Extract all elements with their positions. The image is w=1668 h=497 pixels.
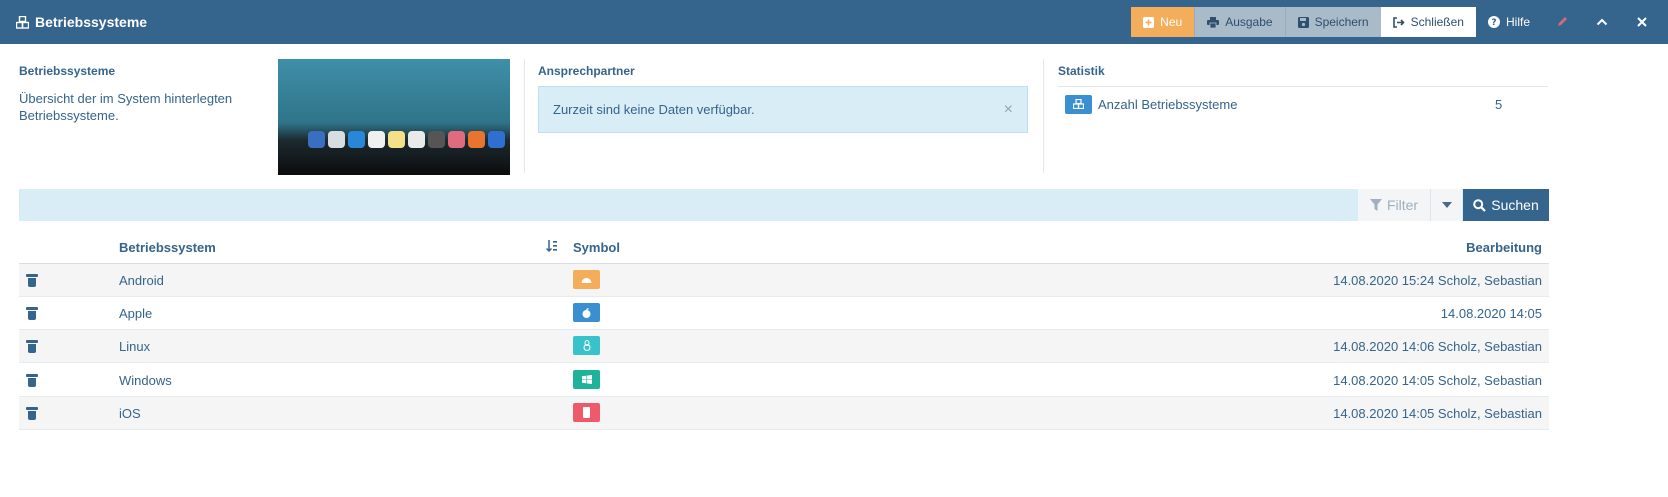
- trash-icon[interactable]: [26, 306, 38, 320]
- dock-graphic: [308, 125, 508, 153]
- stat-value: 5: [1495, 96, 1503, 112]
- info-label: Betriebssysteme: [19, 64, 116, 78]
- row-name: Linux: [119, 339, 151, 354]
- question-circle-icon: ?: [1487, 16, 1500, 28]
- empty-alert-text: Zurzeit sind keine Daten verfügbar.: [553, 102, 755, 117]
- sign-out-icon: [1392, 16, 1405, 28]
- row-edit-info: 14.08.2020 15:24 Scholz, Sebastian: [1333, 273, 1542, 288]
- caret-down-icon: [1441, 202, 1452, 208]
- header-image: [278, 59, 510, 175]
- plus-square-icon: [1143, 16, 1155, 28]
- row-edit-info: 14.08.2020 14:05 Scholz, Sebastian: [1333, 406, 1542, 421]
- android-icon: [573, 270, 600, 289]
- stats-label: Statistik: [1058, 64, 1105, 78]
- filter-dropdown-button[interactable]: [1430, 189, 1462, 221]
- table-header: Betriebssystem Symbol Bearbeitung: [19, 232, 1549, 264]
- print-icon: [1207, 16, 1220, 28]
- table-row[interactable]: Linux 14.08.2020 14:06 Scholz, Sebastian: [19, 330, 1549, 363]
- print-button-label: Ausgabe: [1225, 15, 1273, 29]
- trash-icon[interactable]: [26, 339, 38, 353]
- print-button[interactable]: Ausgabe: [1194, 7, 1285, 37]
- row-name: iOS: [119, 406, 141, 421]
- filter-button-label: Filter: [1386, 197, 1419, 213]
- cubes-icon: [1065, 94, 1092, 114]
- info-description: Übersicht der im System hinterlegten Bet…: [19, 91, 233, 123]
- close-icon: [1637, 17, 1647, 27]
- linux-icon: [573, 336, 600, 355]
- trash-icon[interactable]: [26, 273, 38, 287]
- windows-icon: [573, 370, 600, 389]
- table-row[interactable]: Windows 14.08.2020 14:05 Scholz, Sebasti…: [19, 364, 1549, 397]
- save-icon: [1297, 16, 1309, 28]
- search-icon: [1473, 198, 1487, 212]
- close-view-button-label: Schließen: [1410, 15, 1464, 29]
- trash-icon[interactable]: [26, 406, 38, 420]
- row-edit-info: 14.08.2020 14:05 Scholz, Sebastian: [1333, 373, 1542, 388]
- filter-icon: [1369, 199, 1382, 211]
- close-button[interactable]: [1622, 7, 1662, 37]
- page-title: Betriebssysteme: [0, 14, 1131, 30]
- sort-icon[interactable]: [545, 239, 558, 256]
- svg-text:?: ?: [1491, 18, 1496, 28]
- chevron-up-icon: [1596, 18, 1608, 26]
- row-edit-info: 14.08.2020 14:06 Scholz, Sebastian: [1333, 339, 1542, 354]
- page-title-text: Betriebssysteme: [35, 14, 148, 30]
- new-button[interactable]: Neu: [1131, 7, 1195, 37]
- info-panel: Betriebssysteme Übersicht der im System …: [19, 64, 259, 124]
- search-button[interactable]: Suchen: [1463, 189, 1549, 221]
- stats-panel: Statistik: [1058, 64, 1105, 78]
- search-button-label: Suchen: [1491, 197, 1539, 213]
- close-view-button[interactable]: Schließen: [1380, 7, 1476, 37]
- collapse-button[interactable]: [1582, 7, 1622, 37]
- column-header-name[interactable]: Betriebssystem: [119, 240, 216, 255]
- table-row[interactable]: iOS 14.08.2020 14:05 Scholz, Sebastian: [19, 397, 1549, 430]
- panel-divider: [524, 59, 525, 173]
- contact-panel: Ansprechpartner: [538, 64, 635, 78]
- pencil-icon: [1558, 17, 1567, 26]
- mobile-icon: [573, 403, 600, 422]
- stat-label: Anzahl Betriebssysteme: [1098, 96, 1238, 112]
- edit-button[interactable]: [1542, 7, 1582, 37]
- stat-item: Anzahl Betriebssysteme 5: [1065, 94, 1515, 114]
- alert-close-icon[interactable]: ×: [1004, 101, 1013, 119]
- column-header-edit[interactable]: Bearbeitung: [1466, 240, 1542, 255]
- table-row[interactable]: Apple 14.08.2020 14:05: [19, 297, 1549, 330]
- filter-button[interactable]: Filter: [1358, 189, 1430, 221]
- row-name: Windows: [119, 373, 172, 388]
- table-row[interactable]: Android 14.08.2020 15:24 Scholz, Sebasti…: [19, 264, 1549, 297]
- row-edit-info: 14.08.2020 14:05: [1440, 306, 1542, 321]
- row-name: Android: [119, 273, 164, 288]
- row-name: Apple: [119, 306, 153, 321]
- new-button-label: Neu: [1160, 15, 1183, 29]
- app-header: Betriebssysteme Neu Ausgabe Speichern Sc…: [0, 0, 1668, 44]
- column-header-symbol[interactable]: Symbol: [573, 240, 620, 255]
- save-button-label: Speichern: [1314, 15, 1369, 29]
- help-button[interactable]: ? Hilfe: [1476, 7, 1542, 37]
- contact-label: Ansprechpartner: [538, 64, 635, 78]
- apple-icon: [573, 303, 600, 322]
- panel-divider: [1043, 59, 1044, 173]
- filter-bar: [19, 189, 1549, 221]
- trash-icon[interactable]: [26, 373, 38, 387]
- stats-divider: [1058, 86, 1548, 87]
- save-button[interactable]: Speichern: [1284, 7, 1381, 37]
- cubes-icon: [16, 15, 29, 29]
- empty-alert: Zurzeit sind keine Daten verfügbar. ×: [538, 86, 1028, 133]
- help-button-label: Hilfe: [1505, 15, 1530, 29]
